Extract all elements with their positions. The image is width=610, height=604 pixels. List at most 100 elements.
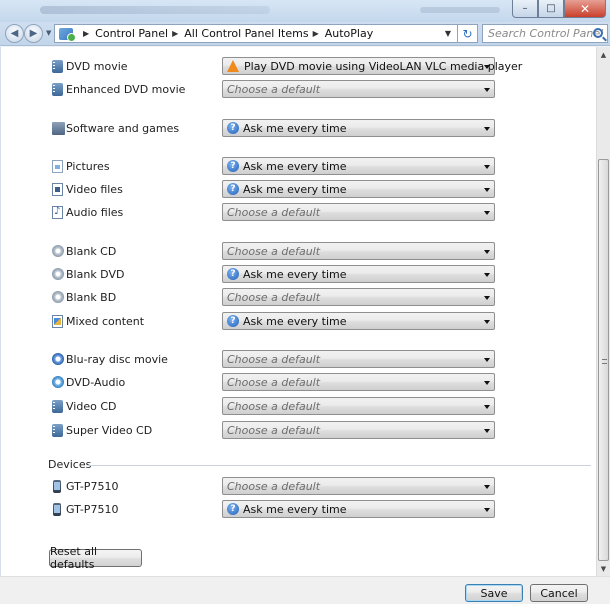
dropdown-selected-value: Choose a default [227,352,321,366]
vertical-scrollbar[interactable]: ▲ ▼ [596,47,610,576]
chevron-down-icon [484,188,490,192]
search-input[interactable]: Search Control Panel [482,24,608,43]
autoplay-action-dropdown[interactable]: Choose a default [222,80,495,98]
reset-all-defaults-button[interactable]: Reset all defaults [49,545,142,571]
autoplay-row: GT-P7510 ? Ask me every time [1,500,597,520]
address-dropdown-icon[interactable]: ▼ [445,29,451,38]
dropdown-selected-value: Ask me every time [243,121,347,135]
refresh-button[interactable]: ↻ [458,24,478,43]
media-type-label: Pictures [66,160,110,173]
autoplay-action-dropdown[interactable]: Play DVD movie using VideoLAN VLC media … [222,57,522,75]
media-type-label: GT-P7510 [66,480,119,493]
chevron-down-icon [484,88,490,92]
chevron-down-icon [484,405,490,409]
back-arrow-icon: ◀ [10,28,19,39]
autoplay-action-dropdown[interactable]: ? Ask me every time [222,157,495,175]
video-files-icon [52,183,63,196]
close-button[interactable]: ✕ [564,0,606,18]
autoplay-row: Blank DVD ? Ask me every time [1,265,597,285]
autoplay-action-dropdown[interactable]: ? Ask me every time [222,180,495,198]
breadcrumb-separator-icon[interactable]: ▶ [83,29,89,38]
scroll-up-arrow-icon[interactable]: ▲ [597,47,610,62]
autoplay-action-dropdown[interactable]: Choose a default [222,203,495,221]
breadcrumb-control-panel[interactable]: Control Panel [95,27,168,40]
media-type-label: Super Video CD [66,424,153,437]
breadcrumb-separator-icon[interactable]: ▶ [313,29,319,38]
search-placeholder: Search Control Panel [488,27,604,40]
footer-bar: Save Cancel [0,576,610,604]
autoplay-action-dropdown[interactable]: Choose a default [222,288,495,306]
save-button[interactable]: Save [465,584,523,602]
autoplay-settings-panel: Devices Reset all defaults DVD movie Play… [0,47,596,576]
enhanced-dvd-icon [52,83,63,96]
media-type-label: Software and games [66,122,180,135]
vlc-cone-icon [227,60,239,72]
autoplay-action-dropdown[interactable]: Choose a default [222,242,495,260]
recent-pages-dropdown[interactable]: ▼ [46,29,51,37]
dropdown-selected-value: Ask me every time [243,314,347,328]
title-bar-blur [420,7,500,13]
media-type-label: Blank DVD [66,268,125,281]
autoplay-action-dropdown[interactable]: ? Ask me every time [222,312,495,330]
media-type-label: Blank BD [66,291,117,304]
chevron-down-icon [484,211,490,215]
blank-dvd-icon [52,268,64,280]
media-type-label: GT-P7510 [66,503,119,516]
breadcrumb-all-items[interactable]: All Control Panel Items [184,27,308,40]
scrollbar-grip [602,359,607,364]
autoplay-action-dropdown[interactable]: Choose a default [222,373,495,391]
forward-button[interactable]: ▶ [24,24,43,43]
breadcrumb-separator-icon[interactable]: ▶ [172,29,178,38]
pictures-icon [52,160,63,173]
chevron-down-icon [484,296,490,300]
chevron-down-icon [484,508,490,512]
autoplay-action-dropdown[interactable]: ? Ask me every time [222,119,495,137]
media-type-label: Video CD [66,400,117,413]
autoplay-action-dropdown[interactable]: Choose a default [222,350,495,368]
media-type-label: DVD movie [66,60,128,73]
help-question-icon: ? [227,122,239,134]
forward-arrow-icon: ▶ [29,28,38,39]
cancel-button[interactable]: Cancel [530,584,588,602]
back-button[interactable]: ◀ [5,24,24,43]
breadcrumb-autoplay[interactable]: AutoPlay [325,27,373,40]
maximize-button[interactable]: □ [538,0,564,18]
address-bar[interactable]: ▶ Control Panel ▶ All Control Panel Item… [54,24,458,43]
autoplay-action-dropdown[interactable]: ? Ask me every time [222,265,495,283]
autoplay-row: Blu-ray disc movie Choose a default [1,350,597,370]
chevron-down-icon [484,273,490,277]
help-question-icon: ? [227,315,239,327]
dropdown-selected-value: Play DVD movie using VideoLAN VLC media … [244,59,523,73]
search-icon[interactable] [593,28,603,38]
window-controls: – □ ✕ [512,0,606,18]
autoplay-action-dropdown[interactable]: Choose a default [222,421,495,439]
software-games-icon [52,122,65,135]
help-question-icon: ? [227,160,239,172]
dropdown-selected-value: Choose a default [227,479,321,493]
autoplay-action-dropdown[interactable]: Choose a default [222,397,495,415]
help-question-icon: ? [227,268,239,280]
dropdown-selected-value: Choose a default [227,290,321,304]
blank-cd-icon [52,245,64,257]
audio-files-icon [52,206,63,219]
help-question-icon: ? [227,183,239,195]
dvd-audio-icon [52,376,64,388]
dropdown-selected-value: Choose a default [227,244,321,258]
autoplay-row: Video files? Ask me every time [1,180,597,200]
refresh-icon: ↻ [462,26,473,41]
minimize-button[interactable]: – [512,0,538,18]
autoplay-row: Blank CD Choose a default [1,242,597,262]
chevron-down-icon [484,320,490,324]
scroll-down-arrow-icon[interactable]: ▼ [597,561,610,576]
autoplay-row: Blank BD Choose a default [1,288,597,308]
chevron-down-icon [484,165,490,169]
autoplay-action-dropdown[interactable]: ? Ask me every time [222,500,495,518]
navigation-bar: ◀ ▶ ▼ ▶ Control Panel ▶ All Control Pane… [0,22,610,46]
media-type-label: Audio files [66,206,124,219]
chevron-down-icon [484,485,490,489]
scrollbar-thumb[interactable] [598,159,609,561]
dropdown-selected-value: Ask me every time [243,159,347,173]
chevron-down-icon [484,65,490,69]
autoplay-action-dropdown[interactable]: Choose a default [222,477,495,495]
dropdown-selected-value: Choose a default [227,82,321,96]
